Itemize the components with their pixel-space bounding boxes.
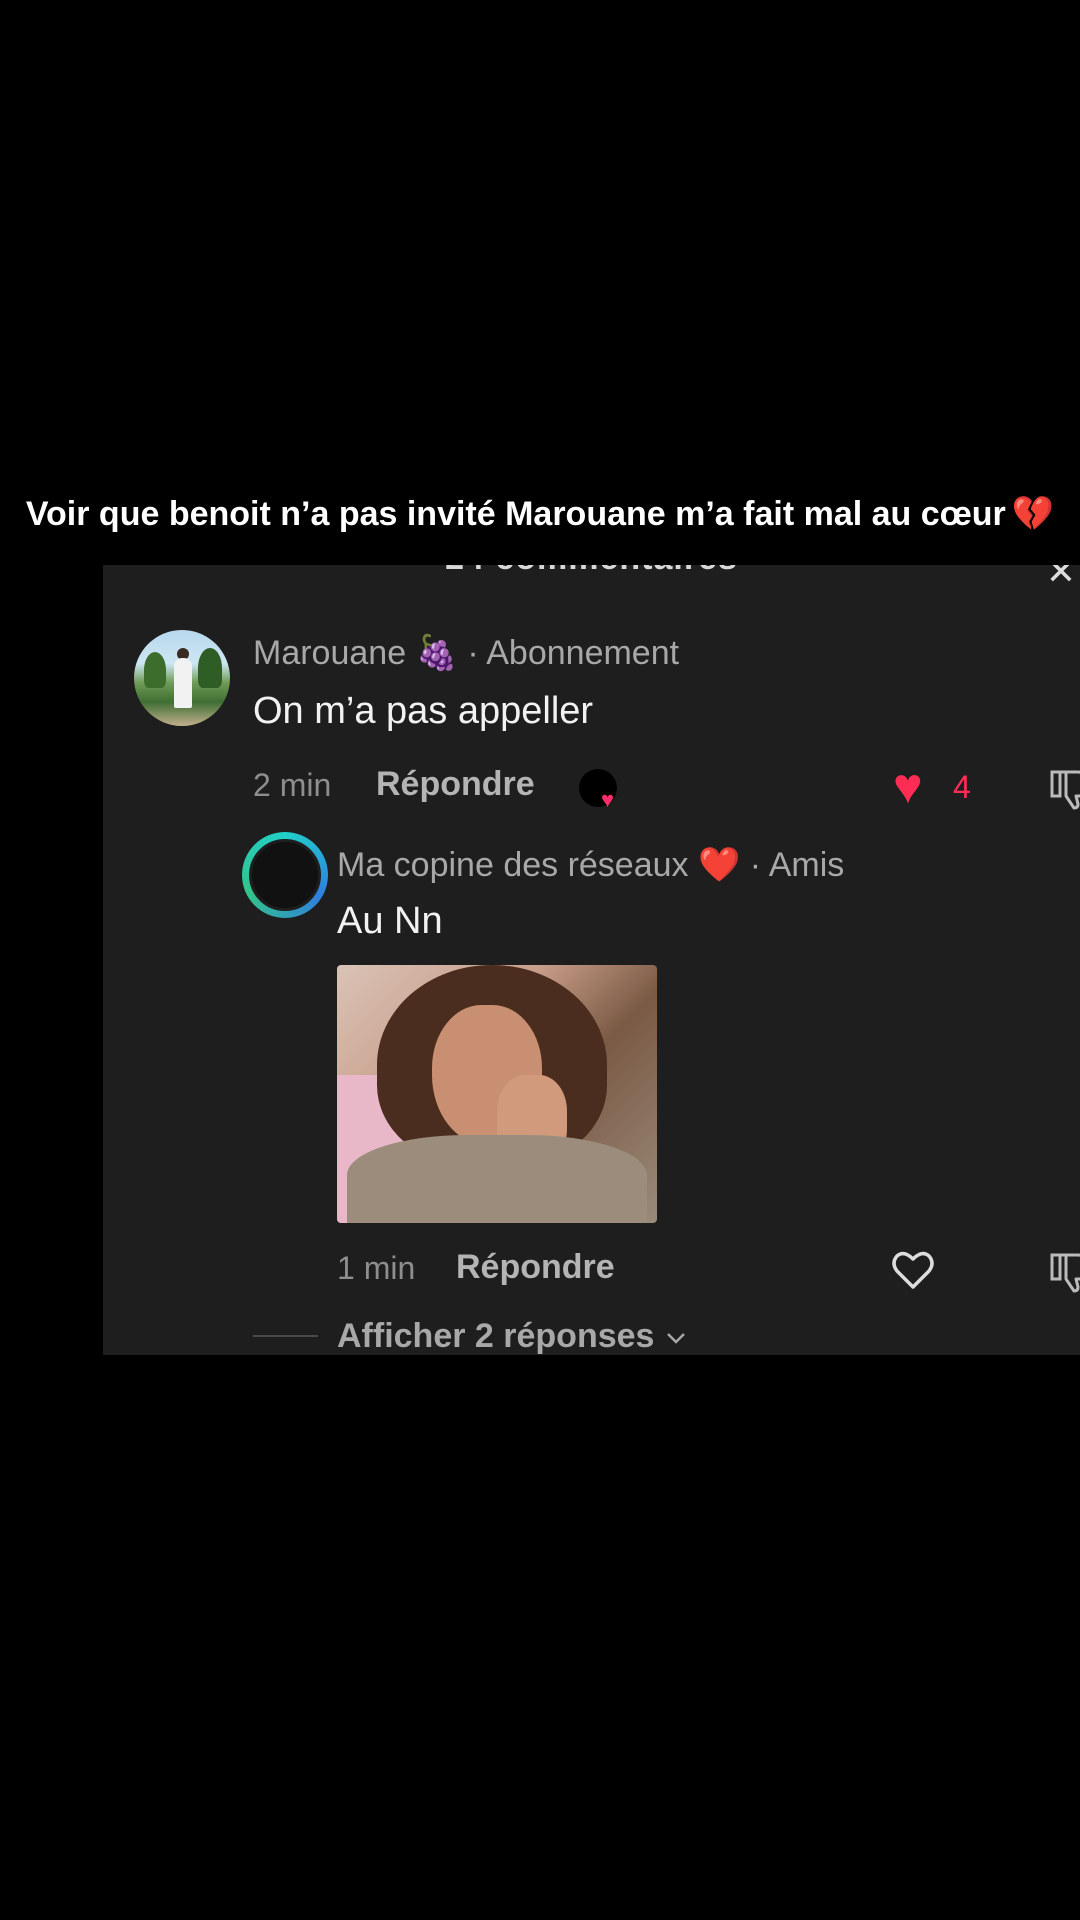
- reply-relation: · Amis: [749, 846, 845, 884]
- broken-heart-emoji: 💔: [1011, 495, 1055, 533]
- replies-divider: [253, 1335, 318, 1337]
- reply-header: Ma copine des réseaux ❤️ · Amis: [337, 845, 844, 885]
- like-heart-icon[interactable]: ♥: [893, 761, 923, 811]
- creator-liked-badge: ♥: [579, 769, 617, 812]
- comment-time: 2 min: [253, 767, 332, 803]
- reply-attached-image[interactable]: [337, 965, 657, 1223]
- avatar[interactable]: [249, 839, 321, 911]
- comment-relation: · Abonnement: [467, 634, 680, 672]
- comment-username[interactable]: Marouane: [253, 634, 406, 672]
- heart-emoji: ❤️: [698, 846, 741, 884]
- like-count: 4: [953, 769, 971, 805]
- comments-panel: 24 commentaires ✕ Marouane 🍇 · Abonnemen…: [103, 565, 1080, 1355]
- like-heart-icon[interactable]: [889, 1245, 937, 1293]
- show-replies-label: Afficher 2 réponses: [337, 1317, 655, 1355]
- heart-icon: ♥: [601, 787, 615, 812]
- dislike-icon[interactable]: [1048, 1247, 1080, 1295]
- dislike-icon[interactable]: [1048, 764, 1080, 812]
- caption-text: Voir que benoit n’a pas invité Marouane …: [25, 495, 1006, 533]
- reply-username[interactable]: Ma copine des réseaux: [337, 846, 689, 884]
- reply-button[interactable]: Répondre: [456, 1248, 615, 1287]
- grape-emoji: 🍇: [415, 634, 458, 672]
- comments-count-header: 24 commentaires: [103, 565, 1080, 578]
- close-icon[interactable]: ✕: [1046, 565, 1076, 593]
- avatar[interactable]: [134, 630, 230, 726]
- reply-button[interactable]: Répondre: [376, 765, 535, 804]
- reply-text: Au Nn: [337, 900, 443, 942]
- chevron-down-icon: [667, 1333, 685, 1344]
- comment-header: Marouane 🍇 · Abonnement: [253, 633, 679, 673]
- show-replies-button[interactable]: Afficher 2 réponses: [337, 1317, 688, 1355]
- video-caption: Voir que benoit n’a pas invité Marouane …: [0, 494, 1080, 534]
- comment-text: On m’a pas appeller: [253, 690, 594, 732]
- reply-time: 1 min: [337, 1250, 416, 1286]
